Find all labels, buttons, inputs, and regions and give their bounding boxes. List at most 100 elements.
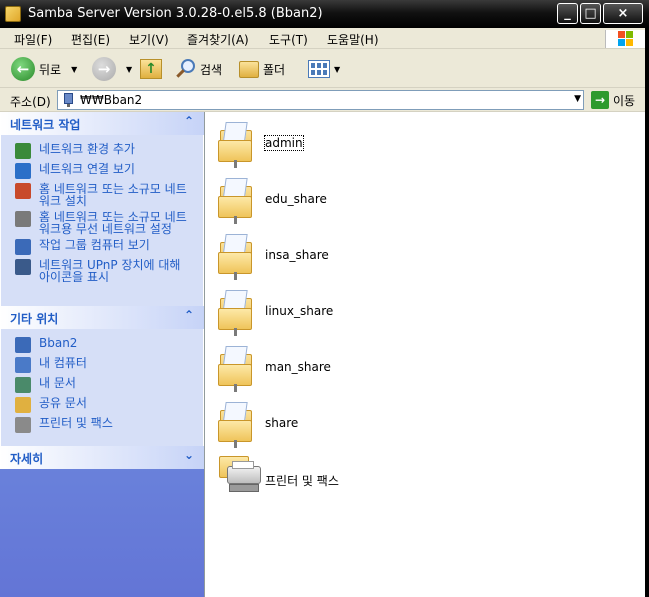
network-folder-icon [218, 232, 252, 280]
address-dropdown-icon[interactable]: ▼ [574, 94, 581, 104]
windows-flag-icon [618, 31, 634, 47]
search-button[interactable]: 검색 [176, 56, 222, 82]
task-label: 내 컴퓨터 [39, 356, 87, 370]
title-bar[interactable]: Samba Server Version 3.0.28-0.el5.8 (Bba… [0, 0, 649, 28]
file-item[interactable]: linux_share [215, 284, 615, 336]
expand-chevron-icon[interactable]: ⌄ [184, 448, 194, 462]
forward-dropdown-icon[interactable]: ▼ [126, 65, 132, 74]
network-folder-icon [218, 400, 252, 448]
shared-documents-icon [15, 397, 31, 413]
file-item-label: linux_share [265, 304, 334, 318]
folder-icon [5, 6, 21, 22]
back-button[interactable]: ← 뒤로 ▼ [11, 56, 77, 82]
network-tasks-list: 네트워크 환경 추가네트워크 연결 보기홈 네트워크 또는 소규모 네트워크 설… [0, 135, 204, 306]
task-label: 작업 그룹 컴퓨터 보기 [39, 238, 150, 252]
task-item[interactable]: 네트워크 UPnP 장치에 대해 아이콘을 표시 [15, 259, 195, 283]
network-folder-icon [218, 288, 252, 336]
menu-favorites[interactable]: 즐겨찾기(A) [187, 31, 249, 48]
printer-icon [215, 452, 261, 496]
other-places-panel: 기타 위치 ⌃ Bban2 내 컴퓨터내 문서공유 문서프린터 및 팩스 [0, 306, 204, 446]
go-label: 이동 [613, 93, 636, 108]
task-item[interactable]: 내 컴퓨터 [15, 357, 195, 373]
menu-view[interactable]: 보기(V) [129, 31, 169, 48]
details-panel: 자세히 ⌄ [0, 446, 204, 469]
menu-help[interactable]: 도움말(H) [327, 31, 379, 48]
up-folder-button[interactable]: ↑ [140, 56, 162, 82]
task-item[interactable]: 프린터 및 팩스 [15, 417, 195, 433]
search-icon [176, 59, 196, 79]
task-label: 내 문서 [39, 376, 76, 390]
address-value: ₩₩Bban2 [80, 93, 143, 107]
address-bar: 주소(D) ₩₩Bban2 ▼ → 이동 [0, 89, 649, 112]
task-item[interactable]: 홈 네트워크 또는 소규모 네트워크 설치 [15, 183, 195, 207]
views-icon [308, 60, 330, 78]
collapse-chevron-icon[interactable]: ⌃ [184, 114, 194, 128]
task-item[interactable]: Bban2 [15, 337, 195, 353]
other-places-list: Bban2 내 컴퓨터내 문서공유 문서프린터 및 팩스 [0, 329, 204, 446]
collapse-chevron-icon[interactable]: ⌃ [184, 308, 194, 322]
details-title: 자세히 [10, 452, 44, 466]
folders-button[interactable]: 폴더 [239, 56, 285, 82]
network-computer-icon [15, 337, 31, 353]
my-computer-icon [15, 357, 31, 373]
up-folder-icon: ↑ [140, 59, 162, 79]
back-arrow-icon: ← [11, 57, 35, 81]
toolbar: ← 뒤로 ▼ → ▼ ↑ 검색 폴더 ▼ [0, 50, 649, 88]
wireless-network-icon [15, 211, 31, 227]
menu-edit[interactable]: 편집(E) [71, 31, 110, 48]
task-item[interactable]: 공유 문서 [15, 397, 195, 413]
views-button[interactable]: ▼ [308, 56, 340, 82]
upnp-device-icon [15, 259, 31, 275]
forward-button[interactable]: → ▼ [92, 56, 132, 82]
minimize-button[interactable]: _ [557, 3, 578, 24]
file-item[interactable]: man_share [215, 340, 615, 392]
file-item[interactable]: insa_share [215, 228, 615, 280]
file-item-label: 프린터 및 팩스 [265, 474, 339, 488]
file-item[interactable]: 프린터 및 팩스 [215, 452, 615, 500]
file-item-label: admin [264, 135, 304, 151]
network-folder-icon [218, 120, 252, 168]
task-label: 네트워크 UPnP 장치에 대해 아이콘을 표시 [39, 258, 181, 284]
network-tasks-header[interactable]: 네트워크 작업 ⌃ [0, 112, 204, 135]
printer-icon [15, 417, 31, 433]
network-folder-icon [218, 176, 252, 224]
menu-tools[interactable]: 도구(T) [269, 31, 308, 48]
menu-bar: 파일(F) 편집(E) 보기(V) 즐겨찾기(A) 도구(T) 도움말(H) [0, 28, 649, 49]
folders-icon [239, 60, 259, 78]
file-item-label: man_share [265, 360, 331, 374]
file-item-label: share [265, 416, 299, 430]
file-item[interactable]: admin [215, 116, 615, 168]
folders-label: 폴더 [263, 62, 286, 77]
search-label: 검색 [200, 62, 223, 77]
network-computer-icon [61, 93, 75, 107]
home-network-icon [15, 183, 31, 199]
file-item[interactable]: edu_share [215, 172, 615, 224]
task-label: 네트워크 환경 추가 [39, 142, 135, 156]
task-label: 공유 문서 [39, 396, 87, 410]
back-dropdown-icon[interactable]: ▼ [71, 65, 77, 74]
network-tasks-panel: 네트워크 작업 ⌃ 네트워크 환경 추가네트워크 연결 보기홈 네트워크 또는 … [0, 112, 204, 306]
address-input[interactable]: ₩₩Bban2 ▼ [57, 90, 584, 110]
other-places-title: 기타 위치 [10, 312, 59, 326]
task-label: 홈 네트워크 또는 소규모 네트워크 설치 [39, 182, 187, 208]
file-item[interactable]: share [215, 396, 615, 448]
file-item-label: edu_share [265, 192, 327, 206]
menu-file[interactable]: 파일(F) [14, 31, 52, 48]
task-item[interactable]: 네트워크 연결 보기 [15, 163, 195, 179]
address-label: 주소(D) [10, 95, 51, 109]
task-item[interactable]: 홈 네트워크 또는 소규모 네트워크용 무선 네트워크 설정 [15, 211, 195, 235]
task-label: 프린터 및 팩스 [39, 416, 113, 430]
other-places-header[interactable]: 기타 위치 ⌃ [0, 306, 204, 329]
task-item[interactable]: 내 문서 [15, 377, 195, 393]
task-pane: 네트워크 작업 ⌃ 네트워크 환경 추가네트워크 연결 보기홈 네트워크 또는 … [0, 112, 204, 597]
task-label: Bban2 [39, 336, 78, 350]
window-title: Samba Server Version 3.0.28-0.el5.8 (Bba… [28, 6, 323, 21]
task-item[interactable]: 작업 그룹 컴퓨터 보기 [15, 239, 195, 255]
close-button[interactable]: × [603, 3, 643, 24]
task-item[interactable]: 네트워크 환경 추가 [15, 143, 195, 159]
go-button[interactable]: → 이동 [591, 91, 635, 109]
maximize-button[interactable]: □ [580, 3, 601, 24]
views-dropdown-icon[interactable]: ▼ [334, 65, 340, 74]
go-arrow-icon: → [591, 91, 609, 109]
details-header[interactable]: 자세히 ⌄ [0, 446, 204, 469]
